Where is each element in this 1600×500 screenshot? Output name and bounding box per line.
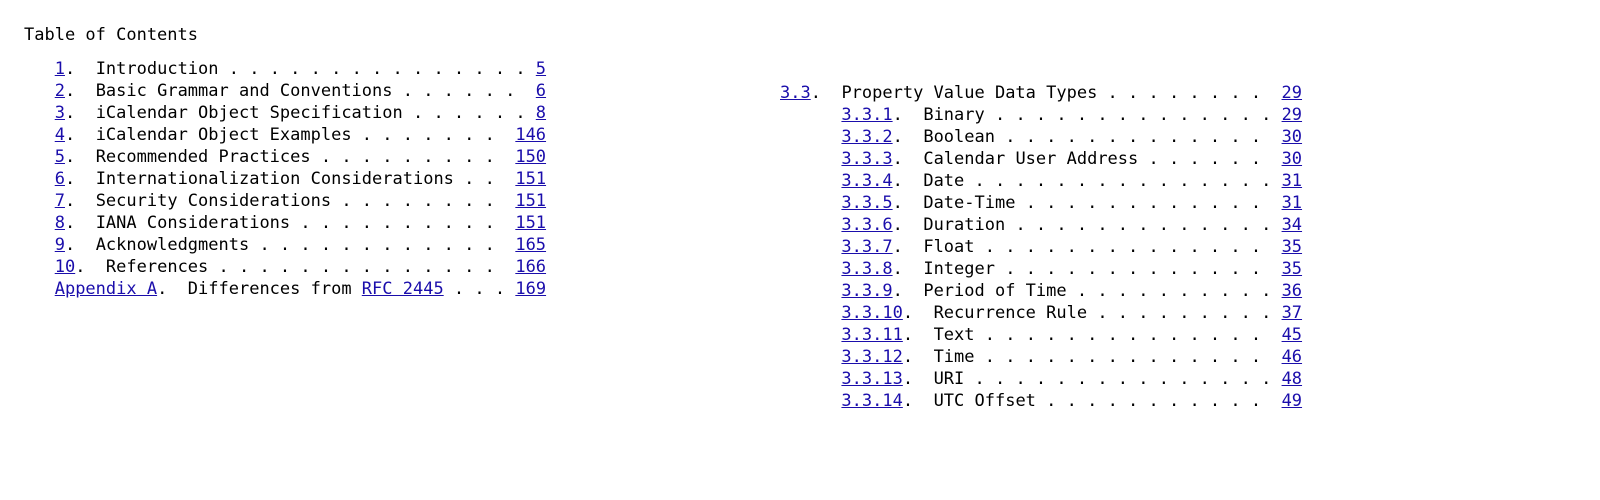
toc-page-link[interactable]: 34 <box>1282 215 1302 235</box>
toc-section-link[interactable]: 10 <box>55 257 75 277</box>
toc-page-link[interactable]: 6 <box>536 81 546 101</box>
toc-entry-title: Date-Time <box>923 193 1015 213</box>
toc-page-link[interactable]: 30 <box>1282 149 1302 169</box>
toc-entry-title: iCalendar Object Specification <box>96 103 403 123</box>
toc-entry-title: Text <box>934 325 975 345</box>
toc-entry-title: Property Value Data Types <box>841 83 1097 103</box>
toc-section-link[interactable]: 3 <box>55 103 65 123</box>
toc-entry-title: Time <box>934 347 975 367</box>
toc-entry-title: IANA Considerations <box>96 213 290 233</box>
toc-page-link[interactable]: 146 <box>515 125 546 145</box>
toc-page-link[interactable]: 166 <box>515 257 546 277</box>
toc-entry-title: iCalendar Object Examples <box>96 125 352 145</box>
toc-page-link[interactable]: 31 <box>1282 171 1302 191</box>
toc-entry-title: Internationalization Considerations <box>96 169 454 189</box>
toc-entry-title: Differences from <box>188 279 362 299</box>
toc-section-link[interactable]: 9 <box>55 235 65 255</box>
toc-page-link[interactable]: 35 <box>1282 237 1302 257</box>
toc-section-link[interactable]: 3.3.5 <box>841 193 892 213</box>
toc-page-link[interactable]: 29 <box>1282 83 1302 103</box>
toc-section-link[interactable]: Appendix A <box>55 279 157 299</box>
toc-entry-title: Binary <box>923 105 984 125</box>
toc-section-link[interactable]: 3.3.1 <box>841 105 892 125</box>
toc-page-link[interactable]: 31 <box>1282 193 1302 213</box>
toc-entry-title: Period of Time <box>923 281 1066 301</box>
toc-entry-title: Recommended Practices <box>96 147 311 167</box>
toc-entry-title: Calendar User Address <box>923 149 1138 169</box>
toc-entry-title: Recurrence Rule <box>934 303 1088 323</box>
rfc-link[interactable]: RFC 2445 <box>362 279 444 299</box>
toc-page-link[interactable]: 49 <box>1282 391 1302 411</box>
toc-section-link[interactable]: 6 <box>55 169 65 189</box>
toc-page-link[interactable]: 165 <box>515 235 546 255</box>
toc-page-link[interactable]: 36 <box>1282 281 1302 301</box>
toc-entry-title: UTC Offset <box>934 391 1036 411</box>
toc-entry-title: Introduction <box>96 59 219 79</box>
toc-page-link[interactable]: 29 <box>1282 105 1302 125</box>
toc-page-link[interactable]: 48 <box>1282 369 1302 389</box>
toc-section-link[interactable]: 1 <box>55 59 65 79</box>
toc-section-link[interactable]: 3.3.13 <box>841 369 902 389</box>
toc-right-column: 3.3. Property Value Data Types . . . . .… <box>780 82 1302 412</box>
toc-entry-title: URI <box>934 369 965 389</box>
toc-page-link[interactable]: 37 <box>1282 303 1302 323</box>
toc-entry-title: Acknowledgments <box>96 235 250 255</box>
toc-section-link[interactable]: 3.3.3 <box>841 149 892 169</box>
toc-page-link[interactable]: 30 <box>1282 127 1302 147</box>
toc-section-link[interactable]: 3.3.10 <box>841 303 902 323</box>
document-page: Table of Contents 1. Introduction . . . … <box>0 0 1600 500</box>
toc-page-link[interactable]: 5 <box>536 59 546 79</box>
toc-section-link[interactable]: 7 <box>55 191 65 211</box>
toc-entry-title: Date <box>923 171 964 191</box>
toc-section-link[interactable]: 4 <box>55 125 65 145</box>
toc-page-link[interactable]: 46 <box>1282 347 1302 367</box>
toc-section-link[interactable]: 3.3.9 <box>841 281 892 301</box>
toc-section-link[interactable]: 3.3.7 <box>841 237 892 257</box>
toc-page-link[interactable]: 151 <box>515 213 546 233</box>
toc-section-link[interactable]: 2 <box>55 81 65 101</box>
toc-section-link[interactable]: 3.3.6 <box>841 215 892 235</box>
toc-section-link[interactable]: 3.3.14 <box>841 391 902 411</box>
toc-section-link[interactable]: 3.3.2 <box>841 127 892 147</box>
toc-entry-title: Boolean <box>923 127 995 147</box>
toc-section-link[interactable]: 8 <box>55 213 65 233</box>
toc-section-link[interactable]: 3.3 <box>780 83 811 103</box>
toc-page-link[interactable]: 151 <box>515 169 546 189</box>
toc-entry-title: Integer <box>923 259 995 279</box>
toc-entry-title: Float <box>923 237 974 257</box>
toc-page-link[interactable]: 151 <box>515 191 546 211</box>
toc-page-link[interactable]: 150 <box>515 147 546 167</box>
toc-entry-title: Duration <box>923 215 1005 235</box>
toc-section-link[interactable]: 3.3.8 <box>841 259 892 279</box>
toc-section-link[interactable]: 3.3.11 <box>841 325 902 345</box>
toc-page-link[interactable]: 45 <box>1282 325 1302 345</box>
toc-entry-title: Security Considerations <box>96 191 331 211</box>
toc-entry-title: References <box>106 257 208 277</box>
toc-page-link[interactable]: 169 <box>515 279 546 299</box>
toc-page-link[interactable]: 35 <box>1282 259 1302 279</box>
toc-entry-title: Basic Grammar and Conventions <box>96 81 393 101</box>
toc-section-link[interactable]: 3.3.4 <box>841 171 892 191</box>
toc-page-link[interactable]: 8 <box>536 103 546 123</box>
toc-heading: Table of Contents <box>24 24 1600 46</box>
toc-section-link[interactable]: 3.3.12 <box>841 347 902 367</box>
toc-section-link[interactable]: 5 <box>55 147 65 167</box>
